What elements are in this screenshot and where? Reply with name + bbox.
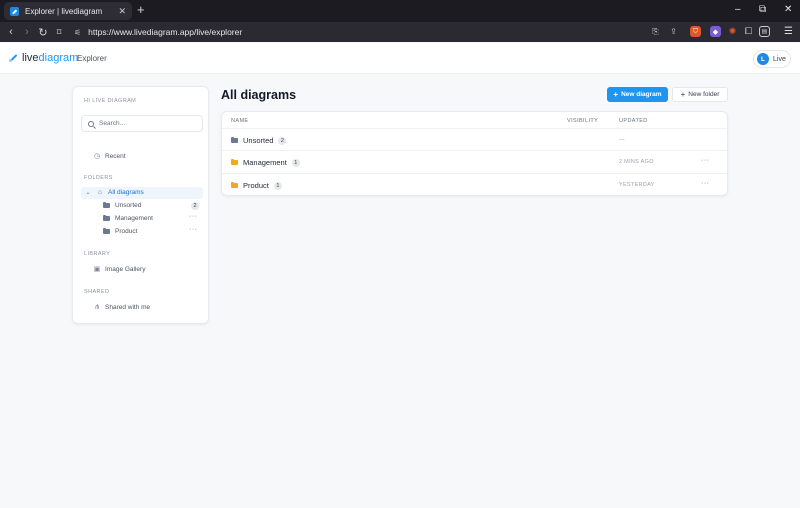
close-window-icon[interactable]: ✕ bbox=[784, 3, 792, 17]
reload-icon[interactable]: ↻ bbox=[35, 26, 51, 39]
folder-icon bbox=[103, 202, 110, 208]
new-tab-icon[interactable]: + bbox=[137, 3, 145, 17]
extension-gear-icon[interactable]: ✺ bbox=[727, 26, 738, 37]
app-header: livediagram Explorer L Live bbox=[0, 43, 800, 74]
browser-tab-bar: Explorer | livediagram ✕ + – ⧉ ✕ bbox=[0, 0, 800, 22]
share-icon[interactable]: ⇪ bbox=[668, 26, 679, 37]
folder-icon bbox=[231, 137, 238, 143]
row-updated: — bbox=[619, 137, 625, 143]
row-name: Management bbox=[243, 158, 287, 167]
new-folder-button[interactable]: + New folder bbox=[672, 87, 728, 102]
sidebar-item-recent[interactable]: ◷ Recent bbox=[93, 152, 126, 161]
image-icon: ▣ bbox=[93, 266, 101, 273]
library-heading: LIBRARY bbox=[84, 251, 111, 257]
row-name: Unsorted bbox=[243, 136, 274, 145]
row-name: Product bbox=[243, 181, 269, 190]
sidebar-item-all-diagrams[interactable]: ⌄ ⌂ All diagrams bbox=[84, 189, 144, 196]
browser-toolbar: ‹ › ↻ ⌑ ⚟ https://www.livediagram.app/li… bbox=[0, 22, 800, 42]
browser-tab[interactable]: Explorer | livediagram ✕ bbox=[4, 2, 132, 20]
sidebar-item-shared-with-me[interactable]: ⋔ Shared with me bbox=[93, 303, 151, 312]
live-label: Live bbox=[773, 55, 786, 63]
brave-shield-icon[interactable]: ⛉ bbox=[690, 26, 701, 37]
more-options-icon[interactable]: ··· bbox=[701, 157, 710, 164]
count-badge: 2 bbox=[278, 136, 287, 145]
extension-diamond-icon[interactable]: ◆ bbox=[710, 26, 721, 37]
search-icon bbox=[88, 120, 94, 127]
shared-heading: SHARED bbox=[84, 289, 110, 295]
page-title: All diagrams bbox=[221, 88, 297, 102]
diagrams-table: NAME VISIBILITY UPDATED Unsorted 2 — Man… bbox=[221, 111, 728, 196]
restore-icon[interactable]: ⧉ bbox=[759, 3, 766, 17]
count-badge: 1 bbox=[273, 181, 282, 190]
new-diagram-label: New diagram bbox=[621, 91, 662, 98]
sidebar-item-image-gallery[interactable]: ▣ Image Gallery bbox=[93, 265, 146, 274]
table-row[interactable]: Management 1 2 MINS AGO ··· bbox=[222, 150, 727, 173]
sidebar-folder-unsorted[interactable]: Unsorted bbox=[103, 202, 141, 209]
search-input[interactable]: Search... bbox=[81, 115, 203, 132]
table-row[interactable]: Product 1 YESTERDAY ··· bbox=[222, 173, 727, 196]
live-status-button[interactable]: L Live bbox=[753, 50, 791, 68]
address-bar[interactable]: ⚟ https://www.livediagram.app/live/explo… bbox=[74, 25, 678, 39]
url-text: https://www.livediagram.app/live/explore… bbox=[88, 27, 243, 37]
folder-icon bbox=[231, 159, 238, 165]
column-header-updated[interactable]: UPDATED bbox=[619, 118, 648, 124]
avatar: L bbox=[757, 53, 769, 65]
sidebar: HI LIVE DIAGRAM Search... ◷ Recent FOLDE… bbox=[72, 86, 209, 324]
livediagram-favicon-icon bbox=[10, 6, 19, 16]
sidebar-folder-product[interactable]: Product bbox=[103, 228, 137, 235]
more-options-icon[interactable]: ··· bbox=[701, 180, 710, 187]
count-badge: 1 bbox=[291, 158, 300, 167]
bookmark-icon[interactable]: ⌑ bbox=[51, 27, 67, 38]
extensions-puzzle-icon[interactable]: ⧠ bbox=[743, 26, 754, 37]
plus-icon: + bbox=[680, 90, 686, 99]
more-options-icon[interactable]: ··· bbox=[189, 226, 198, 233]
sidebar-item-label: Shared with me bbox=[105, 303, 151, 311]
column-header-visibility[interactable]: VISIBILITY bbox=[567, 118, 598, 124]
folder-icon bbox=[103, 228, 110, 234]
tab-title: Explorer | livediagram bbox=[25, 6, 103, 16]
sidebar-item-label: All diagrams bbox=[108, 189, 144, 196]
clock-icon: ◷ bbox=[93, 153, 101, 160]
reader-mode-icon[interactable]: ▤ bbox=[759, 26, 770, 37]
sidebar-folder-management[interactable]: Management bbox=[103, 215, 153, 222]
livediagram-logo-icon[interactable] bbox=[9, 53, 18, 62]
sidebar-folder-label: Management bbox=[115, 215, 153, 222]
search-placeholder: Search... bbox=[99, 120, 126, 127]
back-icon[interactable]: ‹ bbox=[3, 26, 19, 38]
sidebar-item-label: Recent bbox=[105, 152, 126, 160]
share-icon: ⋔ bbox=[94, 304, 100, 311]
row-updated: YESTERDAY bbox=[619, 182, 655, 188]
forward-icon[interactable]: › bbox=[19, 26, 35, 38]
app-logo[interactable]: livediagram bbox=[22, 52, 78, 64]
sidebar-folder-label: Product bbox=[115, 228, 138, 235]
menu-icon[interactable]: ☰ bbox=[783, 26, 794, 37]
folders-heading: FOLDERS bbox=[84, 175, 113, 181]
share-screen-icon[interactable]: ⎘ bbox=[650, 26, 661, 37]
header-section-title: Explorer bbox=[77, 54, 107, 63]
plus-icon: + bbox=[613, 90, 619, 99]
count-badge: 2 bbox=[191, 202, 199, 210]
folder-icon bbox=[231, 182, 238, 188]
sidebar-item-label: Image Gallery bbox=[105, 265, 146, 273]
sidebar-greeting: HI LIVE DIAGRAM bbox=[84, 98, 137, 104]
sidebar-folder-label: Unsorted bbox=[115, 202, 142, 209]
table-row[interactable]: Unsorted 2 — bbox=[222, 128, 727, 151]
folder-icon bbox=[103, 215, 110, 221]
close-tab-icon[interactable]: ✕ bbox=[118, 6, 126, 17]
minimize-icon[interactable]: – bbox=[735, 3, 741, 17]
chevron-down-icon[interactable]: ⌄ bbox=[84, 189, 92, 196]
more-options-icon[interactable]: ··· bbox=[189, 213, 198, 220]
new-diagram-button[interactable]: + New diagram bbox=[607, 87, 668, 102]
new-folder-label: New folder bbox=[688, 91, 720, 98]
row-updated: 2 MINS AGO bbox=[619, 159, 654, 165]
home-icon: ⌂ bbox=[97, 189, 103, 196]
site-settings-icon[interactable]: ⚟ bbox=[74, 28, 81, 37]
column-header-name[interactable]: NAME bbox=[231, 118, 249, 124]
